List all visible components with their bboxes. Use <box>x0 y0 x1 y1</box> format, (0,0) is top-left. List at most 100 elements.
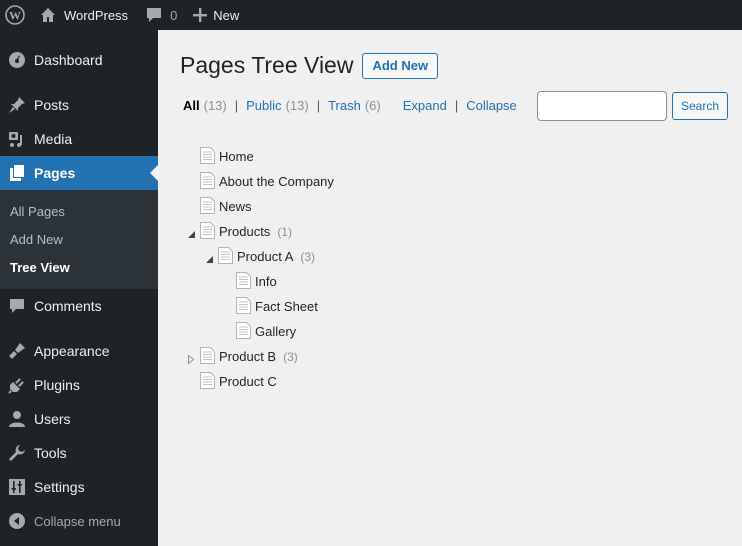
collapse-all-link[interactable]: Collapse <box>466 98 517 113</box>
page-title: Pages Tree View <box>180 52 354 78</box>
new-content-button[interactable]: New <box>185 0 247 30</box>
menu-label: Tools <box>34 445 67 461</box>
collapse-arrow-icon <box>9 513 25 529</box>
menu-item-appearance[interactable]: Appearance <box>0 334 158 368</box>
pin-icon <box>9 97 25 113</box>
collapsed-triangle-icon[interactable] <box>182 344 200 369</box>
view-filters: All (13) | Public (13) | Trash (6) Expan… <box>183 98 517 113</box>
tree-node: Products (1) <box>182 219 334 244</box>
child-count: (1) <box>277 224 292 239</box>
brush-icon <box>9 343 25 359</box>
page-document-icon <box>236 296 255 317</box>
menu-label: Plugins <box>34 377 80 393</box>
page-document-icon <box>236 321 255 342</box>
comments-count: 0 <box>170 7 178 23</box>
page-title-link[interactable]: About the Company <box>219 174 334 189</box>
toggle-spacer <box>218 294 236 319</box>
media-icon <box>9 132 22 147</box>
toggle-spacer <box>182 369 200 394</box>
submenu-add-new[interactable]: Add New <box>0 225 158 253</box>
menu-item-pages[interactable]: Pages <box>0 156 158 190</box>
search-button[interactable]: Search <box>672 92 729 120</box>
tree-node: News <box>182 194 334 219</box>
tree-node: Product C <box>182 369 334 394</box>
add-new-button[interactable]: Add New <box>362 52 439 79</box>
menu-item-posts[interactable]: Posts <box>0 88 158 122</box>
page-document-icon <box>218 246 237 267</box>
menu-label: Media <box>34 131 73 147</box>
page-title-link[interactable]: News <box>219 199 252 214</box>
collapse-label: Collapse menu <box>34 513 121 529</box>
submenu-all-pages[interactable]: All Pages <box>0 197 158 225</box>
child-count: (3) <box>300 249 316 264</box>
menu-label: Pages <box>34 165 76 181</box>
toggle-spacer <box>182 144 200 169</box>
page-title-link[interactable]: Fact Sheet <box>255 299 318 314</box>
comments-link[interactable]: 0 <box>136 0 185 30</box>
pages-icon <box>10 165 24 181</box>
main-content: Pages Tree View Add New All (13) | Publi… <box>158 30 742 546</box>
wordpress-logo-icon: W <box>5 5 25 25</box>
page-document-icon <box>236 271 255 292</box>
filter-trash[interactable]: Trash <box>328 98 361 113</box>
plus-icon <box>193 8 208 22</box>
filter-public-count: (13) <box>285 98 309 113</box>
menu-item-tools[interactable]: Tools <box>0 436 158 470</box>
filter-all[interactable]: All <box>183 98 200 113</box>
tree-node: Gallery <box>182 319 334 344</box>
filter-public[interactable]: Public <box>246 98 281 113</box>
page-document-icon <box>200 371 219 392</box>
submenu-tree-view[interactable]: Tree View <box>0 253 158 281</box>
separator: | <box>316 98 321 113</box>
page-title-link[interactable]: Info <box>255 274 277 289</box>
page-document-icon <box>200 196 219 217</box>
page-title-link[interactable]: Product C <box>219 374 277 389</box>
menu-item-settings[interactable]: Settings <box>0 470 158 504</box>
page-title-link[interactable]: Product B <box>219 349 276 364</box>
separator: | <box>454 98 459 113</box>
menu-item-dashboard[interactable]: Dashboard <box>0 43 158 77</box>
collapse-menu-button[interactable]: Collapse menu <box>0 504 158 538</box>
expand-all-link[interactable]: Expand <box>403 98 447 113</box>
admin-bar: W WordPress 0 New <box>0 0 742 30</box>
page-document-icon <box>200 346 219 367</box>
page-title-link[interactable]: Products <box>219 224 270 239</box>
filter-trash-count: (6) <box>364 98 381 113</box>
page-title-link[interactable]: Product A <box>237 249 293 264</box>
filter-all-count: (13) <box>203 98 227 113</box>
menu-item-plugins[interactable]: Plugins <box>0 368 158 402</box>
admin-sidebar: Dashboard Posts Media Pages All Pages Ad… <box>0 30 158 546</box>
plugin-icon <box>8 378 24 394</box>
menu-label: Comments <box>34 298 102 314</box>
comment-icon <box>147 8 162 22</box>
new-label: New <box>213 7 240 23</box>
menu-item-media[interactable]: Media <box>0 122 158 156</box>
menu-label: Users <box>34 411 71 427</box>
menu-label: Appearance <box>34 343 110 359</box>
page-document-icon <box>200 171 219 192</box>
page-document-icon <box>200 221 219 242</box>
home-icon <box>41 8 55 22</box>
menu-item-comments[interactable]: Comments <box>0 289 158 323</box>
menu-item-users[interactable]: Users <box>0 402 158 436</box>
pages-submenu: All Pages Add New Tree View <box>0 190 158 289</box>
wordpress-logo-button[interactable]: W <box>0 0 32 30</box>
search-input[interactable] <box>537 91 667 121</box>
site-name-link[interactable]: WordPress <box>32 0 136 30</box>
page-title-link[interactable]: Home <box>219 149 254 164</box>
user-icon <box>9 411 25 427</box>
tree-node: Info <box>182 269 334 294</box>
menu-label: Settings <box>34 479 85 495</box>
expanded-triangle-icon[interactable] <box>200 244 218 269</box>
toggle-spacer <box>182 194 200 219</box>
menu-label: Posts <box>34 97 70 113</box>
tree-node: Home <box>182 144 334 169</box>
page-title-link[interactable]: Gallery <box>255 324 296 339</box>
toggle-spacer <box>218 269 236 294</box>
tree-node: Product B (3) <box>182 344 334 369</box>
expanded-triangle-icon[interactable] <box>182 219 200 244</box>
tree-node: Product A (3) <box>182 244 334 269</box>
site-name: WordPress <box>64 7 129 23</box>
svg-text:W: W <box>9 9 21 23</box>
comment-icon <box>10 299 24 313</box>
